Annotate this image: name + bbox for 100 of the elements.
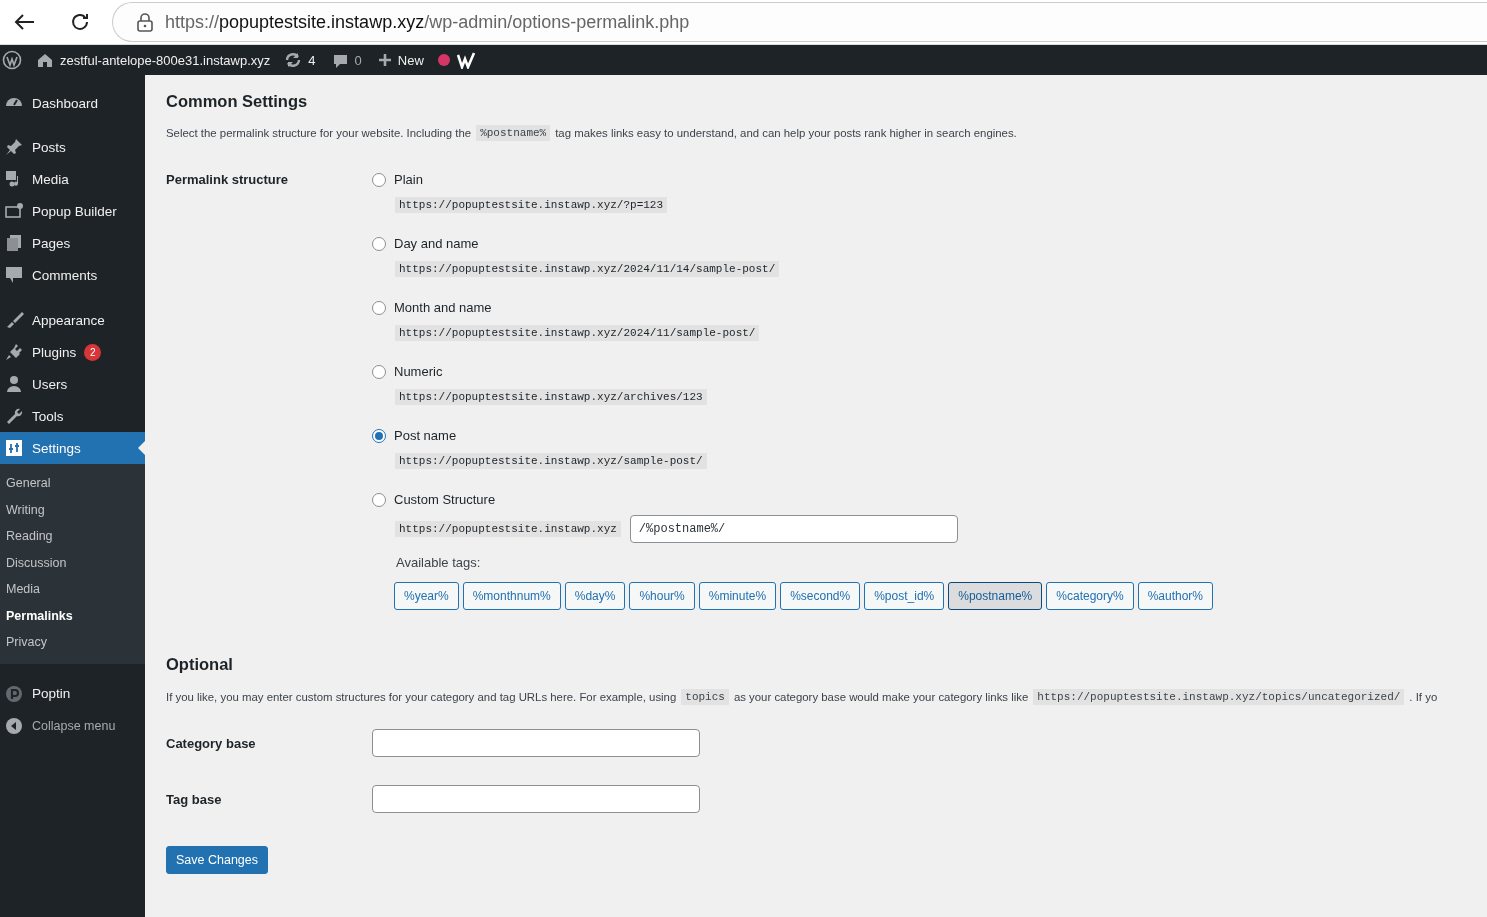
- menu-label: Media: [32, 171, 69, 187]
- menu-label: Posts: [32, 139, 66, 155]
- menu-item[interactable]: Settings: [0, 432, 145, 464]
- example-url: https://popuptestsite.instawp.xyz/?p=123: [395, 197, 668, 213]
- description-text: as your category base would make your category links like: [733, 691, 1029, 703]
- menu-label: Popup Builder: [32, 203, 117, 219]
- menu-label: Collapse menu: [32, 718, 116, 733]
- wordpress-logo-icon[interactable]: [2, 50, 22, 70]
- example-url: https://popuptestsite.instawp.xyz/archives/123: [395, 389, 707, 405]
- menu-item[interactable]: Tools: [0, 400, 145, 432]
- radio-label[interactable]: Plain: [394, 172, 423, 187]
- radio-button[interactable]: [372, 236, 386, 251]
- speech-bubble-icon: [4, 265, 24, 285]
- field-label: Tag base: [166, 791, 223, 807]
- menu-item[interactable]: Pages: [0, 227, 145, 259]
- tag-button[interactable]: %day%: [564, 582, 626, 610]
- menu-label: Users: [32, 376, 68, 392]
- menu-item[interactable]: Comments: [0, 259, 145, 291]
- menu-item[interactable]: Popup Builder: [0, 195, 145, 227]
- tag-button[interactable]: %second%: [780, 582, 861, 610]
- menu-label: Dashboard: [32, 95, 99, 111]
- input-field[interactable]: [372, 785, 700, 813]
- example-url: https://popuptestsite.instawp.xyz/sample-post/: [395, 453, 707, 469]
- lock-icon: [135, 12, 155, 32]
- tag-button[interactable]: %category%: [1046, 582, 1134, 610]
- code-snippet: %postname%: [476, 125, 551, 141]
- code-snippet: https://popuptestsite.instawp.xyz/topics/uncategorized/: [1033, 689, 1405, 705]
- submenu-item[interactable]: Media: [0, 576, 145, 603]
- submenu-item[interactable]: Reading: [0, 523, 145, 550]
- updates-icon[interactable]: [284, 51, 303, 69]
- w-logo-icon[interactable]: [456, 51, 476, 69]
- p-logo-icon: [4, 683, 24, 704]
- address-bar[interactable]: https://popuptestsite.instawp.xyz/wp-admin/options-permalink.php: [112, 2, 1487, 42]
- field-label: Permalink structure: [166, 172, 290, 189]
- tag-button[interactable]: %minute%: [698, 582, 777, 610]
- menu-item[interactable]: Media: [0, 163, 145, 195]
- menu-label: Comments: [32, 267, 98, 283]
- tag-button[interactable]: %year%: [394, 582, 459, 610]
- radio-button[interactable]: [372, 300, 386, 315]
- section-heading: Optional: [166, 655, 234, 674]
- submenu-item[interactable]: General: [0, 470, 145, 497]
- menu-item[interactable]: Users: [0, 368, 145, 400]
- radio-label[interactable]: Day and name: [394, 236, 479, 251]
- pin-icon: [4, 137, 24, 157]
- menu-label: Pages: [32, 235, 71, 251]
- tag-button[interactable]: %author%: [1137, 582, 1214, 610]
- tag-button[interactable]: %post_id%: [864, 582, 945, 610]
- menu-label: Settings: [32, 440, 81, 456]
- menu-item[interactable]: Plugins 2: [0, 336, 145, 368]
- site-name-link[interactable]: zestful-antelope-800e31.instawp.xyz: [60, 52, 271, 68]
- updates-count: 4: [308, 52, 316, 68]
- menu-label: Appearance: [32, 312, 105, 328]
- menu-label: Plugins: [32, 344, 77, 360]
- person-icon: [4, 374, 24, 394]
- menu-item[interactable]: Dashboard: [0, 87, 145, 119]
- menu-item[interactable]: Collapse menu: [0, 709, 145, 742]
- input-field[interactable]: [372, 729, 700, 757]
- comments-count: 0: [354, 52, 362, 68]
- popup-window-icon: [4, 201, 24, 221]
- field-label: Category base: [166, 735, 257, 751]
- tag-button[interactable]: %monthnum%: [462, 582, 561, 610]
- example-url: https://popuptestsite.instawp.xyz/2024/11/14/sample-post/: [395, 261, 780, 277]
- radio-button[interactable]: [372, 492, 386, 507]
- tag-button[interactable]: %hour%: [629, 582, 695, 610]
- submenu-item[interactable]: Permalinks: [0, 602, 145, 629]
- home-icon[interactable]: [36, 51, 54, 69]
- url-prefix: https://popuptestsite.instawp.xyz: [395, 521, 621, 537]
- menu-item[interactable]: Appearance: [0, 304, 145, 336]
- description-text: If you like, you may enter custom structures for your category and tag URLs here. For example, using: [166, 691, 677, 703]
- menu-label: Tools: [32, 408, 64, 424]
- radio-button[interactable]: [372, 364, 386, 379]
- code-snippet: topics: [681, 689, 729, 705]
- plus-icon[interactable]: [377, 53, 392, 67]
- radio-button[interactable]: [372, 172, 386, 187]
- example-url: https://popuptestsite.instawp.xyz/2024/11/sample-post/: [395, 325, 760, 341]
- description-text: Select the permalink structure for your website. Including the: [166, 127, 472, 139]
- save-button[interactable]: Save Changes: [166, 846, 268, 874]
- description-text: . If yo: [1409, 691, 1438, 703]
- submenu-item[interactable]: Privacy: [0, 629, 145, 656]
- description-text: tag makes links easy to understand, and can help your posts rank higher in search engines.: [555, 127, 1017, 139]
- menu-item[interactable]: Posts: [0, 131, 145, 163]
- submenu-item[interactable]: Discussion: [0, 549, 145, 576]
- tag-button[interactable]: %postname%: [948, 582, 1043, 610]
- radio-button[interactable]: [372, 428, 386, 443]
- count-badge: 2: [84, 343, 102, 361]
- input-field[interactable]: /%postname%/: [629, 515, 958, 543]
- menu-item[interactable]: Poptin: [0, 677, 145, 710]
- dot-icon[interactable]: [437, 54, 450, 66]
- pages-icon: [4, 233, 24, 253]
- radio-label[interactable]: Numeric: [394, 364, 443, 379]
- radio-label[interactable]: Month and name: [394, 300, 492, 315]
- new-link[interactable]: New: [397, 52, 424, 68]
- plug-icon: [4, 342, 24, 362]
- url-text: https://popuptestsite.instawp.xyz/wp-admin/options-permalink.php: [165, 11, 690, 33]
- submenu-item[interactable]: Writing: [0, 496, 145, 523]
- section-heading: Common Settings: [166, 92, 309, 111]
- menu-label: Poptin: [32, 686, 71, 701]
- radio-label[interactable]: Post name: [394, 428, 457, 443]
- tags-label: Available tags:: [396, 555, 482, 570]
- radio-label[interactable]: Custom Structure: [394, 492, 496, 507]
